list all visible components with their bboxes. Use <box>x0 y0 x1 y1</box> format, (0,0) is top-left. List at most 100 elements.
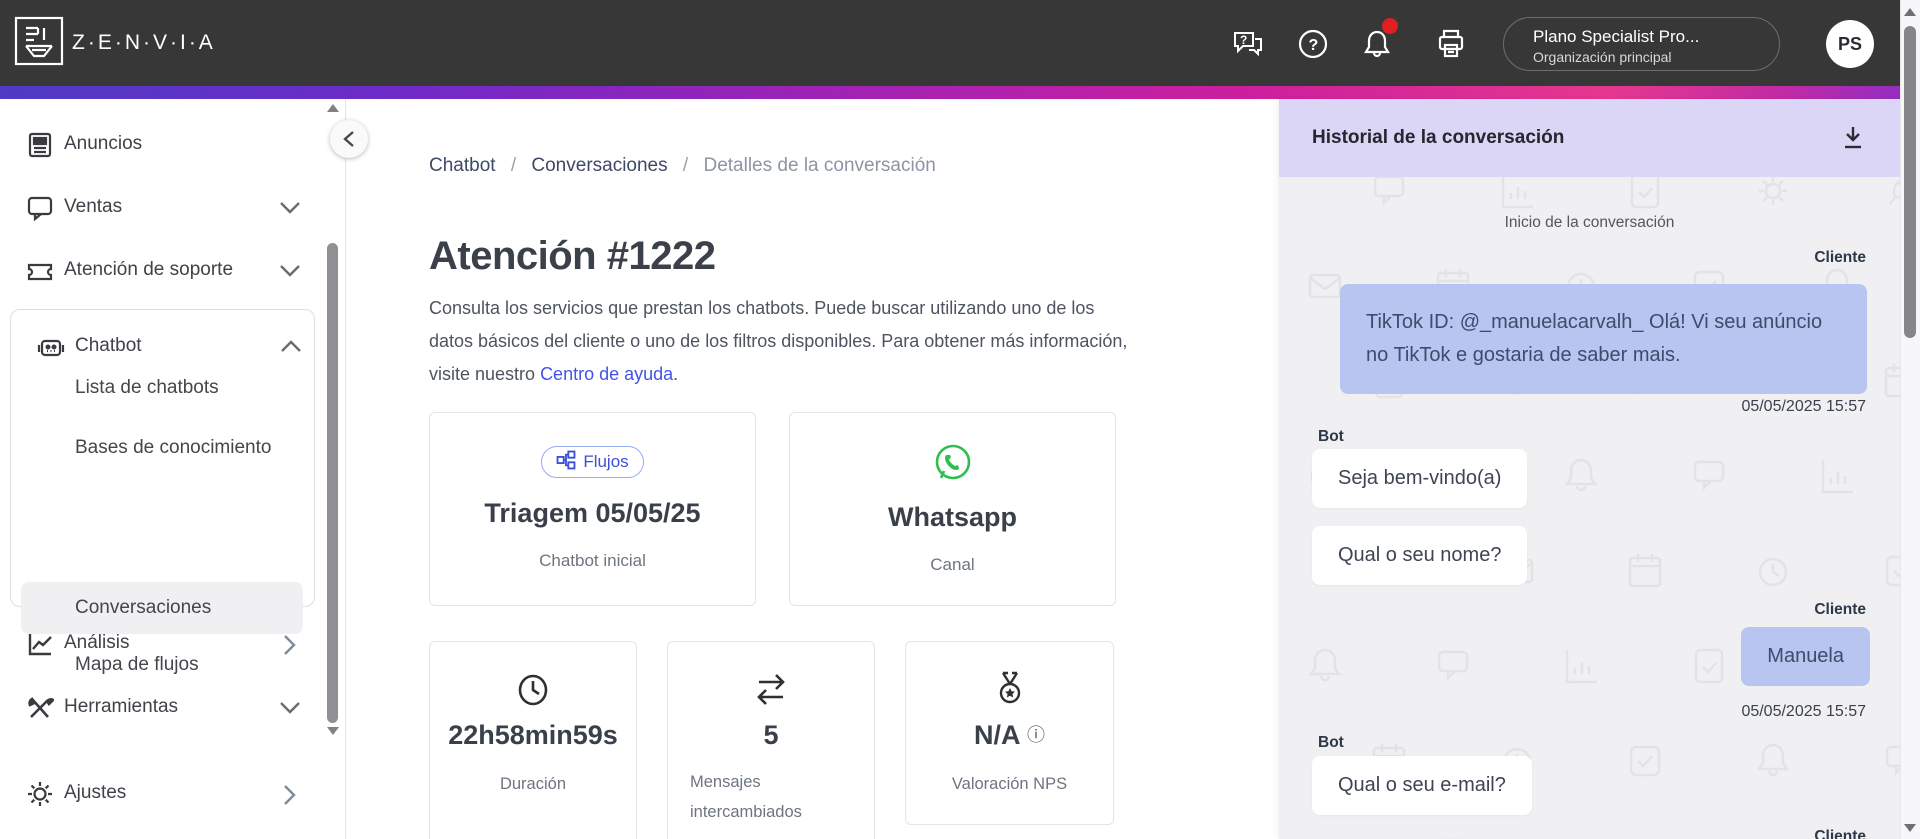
sidebar-item-label: Anuncios <box>64 133 143 154</box>
messages-card: 5 Mensajes intercambiados <box>667 641 875 839</box>
app-screen: Z·E·N·V·I·A ? ? Plano Specialist Pro... … <box>0 0 1920 839</box>
plan-organization: Organización principal <box>1533 49 1672 65</box>
client-message-bubble: Manuela <box>1741 627 1870 686</box>
chat-watermark <box>1308 177 1900 839</box>
sidebar-item-herramientas[interactable]: Herramientas <box>0 685 320 731</box>
page-scroll-down-arrow[interactable] <box>1904 824 1916 832</box>
sidebar-item-label: Ventas <box>64 196 123 217</box>
sidebar-scroll-down-arrow[interactable] <box>327 727 339 735</box>
sidebar-item-chatbot[interactable]: Chatbot <box>11 324 331 370</box>
messages-label: Mensajes intercambiados <box>690 773 802 821</box>
print-icon[interactable] <box>1434 27 1468 61</box>
breadcrumb-chatbot[interactable]: Chatbot <box>429 155 496 176</box>
flow-title: Triagem 05/05/25 <box>484 498 701 528</box>
sidebar-scroll-up-arrow[interactable] <box>327 104 339 112</box>
breadcrumb-conversaciones[interactable]: Conversaciones <box>531 155 667 176</box>
sidebar-collapse-button[interactable] <box>330 120 368 158</box>
analytics-chart-icon <box>26 630 54 658</box>
zenvia-logo-icon <box>14 16 64 71</box>
brand-name: Z·E·N·V·I·A <box>72 31 216 54</box>
sender-label-bot: Bot <box>1318 734 1344 751</box>
messages-value: 5 <box>763 720 779 750</box>
main-content: Chatbot / Conversaciones / Detalles de l… <box>346 99 1279 839</box>
help-center-link[interactable]: Centro de ayuda <box>540 364 673 384</box>
conversation-start-label: Inicio de la conversación <box>1504 214 1675 231</box>
duration-value: 22h58min59s <box>448 720 618 750</box>
sidebar-item-ventas[interactable]: Ventas <box>0 185 320 231</box>
brand-gradient-bar <box>0 86 1920 99</box>
breadcrumb: Chatbot / Conversaciones / Detalles de l… <box>429 155 936 177</box>
avatar-initials: PS <box>1837 33 1862 54</box>
ticket-icon <box>26 257 54 285</box>
nps-card: N/A ⓘ Valoración NPS <box>905 641 1114 825</box>
channel-title: Whatsapp <box>887 502 1017 532</box>
flow-badge[interactable]: Flujos <box>541 446 644 478</box>
bot-message-bubble: Qual o seu e-mail? <box>1312 756 1532 815</box>
message-text: Seja bem-vindo(a) <box>1338 467 1502 489</box>
svg-text:?: ? <box>1240 33 1247 47</box>
gear-icon <box>26 780 54 808</box>
page-scroll-up-arrow[interactable] <box>1904 8 1916 16</box>
notification-badge <box>1382 18 1398 34</box>
conversation-history-panel: Historial de la conversación Inicio de l… <box>1279 99 1900 839</box>
chevron-right-icon <box>282 783 297 812</box>
sidebar-item-label: Análisis <box>64 632 130 653</box>
sidebar-item-conversaciones[interactable]: Conversaciones <box>75 597 211 619</box>
info-icon[interactable]: ⓘ <box>1027 725 1045 745</box>
message-timestamp: 05/05/2025 15:57 <box>1741 703 1866 720</box>
chatbot-section-card: Chatbot Lista de chatbots Bases de conoc… <box>10 309 315 675</box>
page-title: Atención #1222 <box>429 233 716 278</box>
sidebar: Anuncios Ventas Atención de soporte Chat… <box>0 99 346 839</box>
clock-icon <box>430 670 636 708</box>
sidebar-item-label: Atención de soporte <box>64 259 234 280</box>
message-text: TikTok ID: @_manuelacarvalh_ Olá! Vi seu… <box>1366 311 1823 366</box>
sender-label-cliente: Cliente <box>1814 601 1866 618</box>
chevron-down-icon <box>278 700 302 720</box>
sidebar-item-label: Ajustes <box>64 782 127 803</box>
download-icon[interactable] <box>1839 123 1869 153</box>
chat-bubble-icon <box>26 194 54 222</box>
message-text: Qual o seu nome? <box>1338 544 1502 566</box>
chat-panel-header: Historial de la conversación <box>1279 99 1900 177</box>
flow-subtitle: Chatbot inicial <box>539 551 646 570</box>
chevron-right-icon <box>282 633 297 662</box>
message-text: Manuela <box>1767 645 1844 667</box>
user-avatar[interactable]: PS <box>1826 20 1874 68</box>
sidebar-item-label: Herramientas <box>64 696 179 717</box>
channel-subtitle: Canal <box>930 555 975 574</box>
page-scrollbar-thumb[interactable] <box>1904 26 1916 338</box>
breadcrumb-current: Detalles de la conversación <box>703 155 936 176</box>
bot-message-bubble: Qual o seu nome? <box>1312 526 1528 585</box>
description-text: Consulta los servicios que prestan los c… <box>429 298 1128 384</box>
help-icon[interactable]: ? <box>1296 27 1330 61</box>
announcement-icon <box>26 131 54 159</box>
duration-card: 22h58min59s Duración <box>429 641 637 839</box>
chat-panel-title: Historial de la conversación <box>1312 127 1565 148</box>
plan-name: Plano Specialist Pro... <box>1533 27 1700 46</box>
topbar: Z·E·N·V·I·A ? ? Plano Specialist Pro... … <box>0 0 1920 86</box>
sidebar-item-lista-de-chatbots[interactable]: Lista de chatbots <box>75 377 219 399</box>
flow-card: Flujos Triagem 05/05/25 Chatbot inicial <box>429 412 756 606</box>
page-description: Consulta los servicios que prestan los c… <box>429 292 1129 391</box>
chevron-down-icon <box>278 200 302 220</box>
svg-text:?: ? <box>1309 37 1319 54</box>
exchange-arrows-icon <box>668 670 874 708</box>
sidebar-item-analisis[interactable]: Análisis <box>0 621 320 667</box>
duration-label: Duración <box>499 775 567 793</box>
sidebar-item-atencion-de-soporte[interactable]: Atención de soporte <box>0 248 320 294</box>
message-timestamp: 05/05/2025 15:57 <box>1741 398 1866 415</box>
sidebar-item-label: Chatbot <box>75 335 142 356</box>
sidebar-item-anuncios[interactable]: Anuncios <box>0 122 320 168</box>
medal-icon <box>906 670 1113 708</box>
description-period: . <box>673 364 679 384</box>
nps-label: Valoración NPS <box>951 775 1068 793</box>
nps-value: N/A <box>973 720 1020 750</box>
sidebar-item-ajustes[interactable]: Ajustes <box>0 771 320 817</box>
whatsapp-icon <box>790 443 1115 486</box>
plan-selector[interactable]: Plano Specialist Pro... Organización pri… <box>1503 17 1780 71</box>
chat-body: Inicio de la conversación Cliente TikTok… <box>1279 177 1900 839</box>
flow-badge-label: Flujos <box>583 452 629 471</box>
sidebar-scrollbar-thumb[interactable] <box>327 243 338 723</box>
sidebar-item-bases-de-conocimiento[interactable]: Bases de conocimiento <box>75 437 271 459</box>
chat-question-icon[interactable]: ? <box>1231 27 1265 61</box>
